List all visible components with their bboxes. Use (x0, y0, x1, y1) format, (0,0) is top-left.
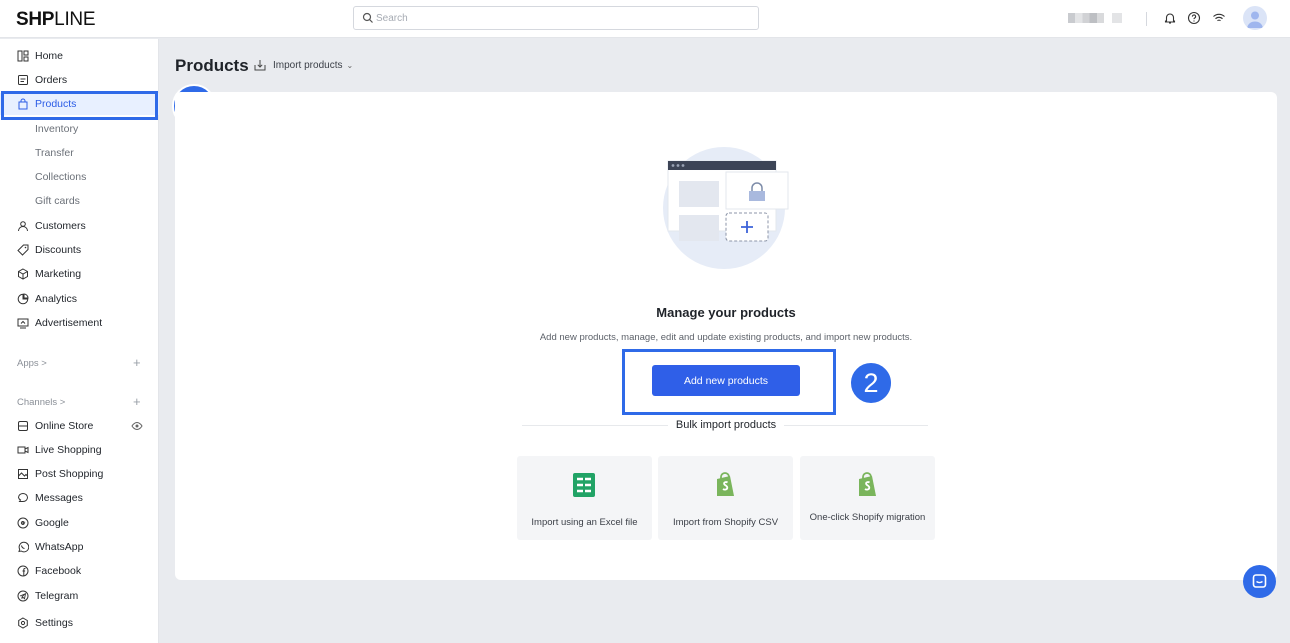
add-channel-button[interactable]: + (133, 395, 141, 408)
sidebar-item-label: Messages (35, 492, 83, 504)
video-icon (17, 446, 29, 454)
sidebar-item-post-shopping[interactable]: Post Shopping (0, 463, 159, 485)
sidebar-item-customers[interactable]: Customers (0, 215, 159, 237)
search-box[interactable] (353, 6, 759, 30)
home-icon (17, 50, 29, 62)
shopline-logo[interactable]: SHPLINE (16, 9, 96, 31)
sidebar-item-label: Discounts (35, 244, 82, 256)
sidebar-item-transfer[interactable]: Transfer (0, 142, 159, 164)
add-products-highlight-box (622, 349, 836, 415)
sidebar-item-label: Marketing (35, 268, 82, 280)
facebook-icon (17, 565, 29, 577)
wifi-icon[interactable] (1212, 11, 1226, 25)
store-icon (18, 421, 28, 431)
option-label: Import from Shopify CSV (672, 517, 779, 528)
pie-icon (17, 293, 29, 305)
sidebar-item-google[interactable]: Google (0, 512, 159, 534)
sidebar-item-label: Gift cards (35, 195, 80, 207)
sidebar-item-settings[interactable]: Settings (0, 612, 159, 634)
import-excel-option[interactable]: Import using an Excel file (517, 456, 652, 540)
shopify-icon (717, 472, 734, 496)
empty-state-title: Manage your products (656, 305, 796, 320)
sidebar-item-discounts[interactable]: Discounts (0, 239, 159, 261)
top-bar: SHPLINE (0, 0, 1290, 38)
whatsapp-icon (18, 541, 29, 553)
sidebar: Home Orders Products Inventory Transfer … (0, 39, 159, 643)
sidebar-item-label: Customers (35, 220, 86, 232)
gear-icon (18, 617, 28, 629)
sidebar-item-label: Settings (35, 617, 73, 629)
search-input[interactable] (376, 10, 746, 26)
bulk-import-title: Bulk import products (175, 419, 1277, 431)
sidebar-item-label: Orders (35, 74, 68, 86)
ad-icon (17, 318, 29, 329)
search-icon (362, 12, 373, 23)
tag-icon (17, 244, 29, 256)
sidebar-item-analytics[interactable]: Analytics (0, 288, 159, 310)
products-illustration (663, 147, 789, 269)
sidebar-item-label: Live Shopping (35, 444, 102, 456)
help-icon[interactable] (1187, 11, 1201, 25)
sidebar-item-whatsapp[interactable]: WhatsApp (0, 536, 159, 558)
sidebar-item-label: Advertisement (35, 317, 103, 329)
avatar[interactable] (1243, 6, 1267, 30)
store-name-redacted (1068, 13, 1104, 23)
sidebar-item-orders[interactable]: Orders (0, 69, 159, 91)
sidebar-item-messages[interactable]: Messages (0, 487, 159, 509)
person-icon (18, 221, 28, 232)
import-icon (254, 60, 266, 71)
google-icon (17, 517, 29, 529)
step-badge-2: 2 (849, 361, 893, 405)
option-label: Import using an Excel file (531, 517, 638, 528)
sidebar-item-label: Telegram (35, 590, 79, 602)
sidebar-item-facebook[interactable]: Facebook (0, 560, 159, 582)
shopify-migration-option[interactable]: One-click Shopify migration (800, 456, 935, 540)
import-products-label: Import products (273, 60, 343, 71)
products-highlight-box (1, 91, 158, 120)
import-shopify-csv-option[interactable]: Import from Shopify CSV (658, 456, 793, 540)
sidebar-item-telegram[interactable]: Telegram (0, 585, 159, 607)
sidebar-item-label: Analytics (35, 293, 78, 305)
sidebar-item-marketing[interactable]: Marketing (0, 263, 159, 285)
sidebar-item-home[interactable]: Home (0, 45, 159, 67)
sidebar-item-label: Transfer (35, 147, 74, 159)
sidebar-item-label: Post Shopping (35, 468, 104, 480)
empty-state-description: Add new products, manage, edit and updat… (539, 332, 913, 343)
post-icon (18, 469, 28, 479)
sidebar-item-label: Inventory (35, 123, 79, 135)
sidebar-item-gift-cards[interactable]: Gift cards (0, 190, 159, 212)
sidebar-item-inventory[interactable]: Inventory (0, 118, 159, 140)
telegram-icon (17, 590, 29, 602)
chevron-down-icon: ⌄ (346, 61, 354, 70)
chat-bubble-icon (1252, 574, 1267, 588)
excel-icon (573, 473, 595, 497)
cube-icon (18, 268, 28, 280)
sidebar-item-label: WhatsApp (35, 541, 84, 553)
shopify-icon (859, 472, 876, 496)
store-switch-redacted (1112, 13, 1122, 23)
option-label: One-click Shopify migration (809, 512, 926, 523)
apps-section-label[interactable]: Apps > (17, 358, 47, 369)
sidebar-item-label: Home (35, 50, 64, 62)
header-divider (1146, 12, 1147, 26)
products-empty-state-card: Manage your products Add new products, m… (175, 92, 1277, 580)
channels-section-label[interactable]: Channels > (17, 397, 65, 408)
sidebar-item-advertisement[interactable]: Advertisement (0, 312, 159, 334)
user-icon (1247, 11, 1263, 28)
bulk-import-label: Bulk import products (667, 419, 785, 431)
page-title: Products (175, 56, 249, 75)
sidebar-item-label: Collections (35, 171, 87, 183)
sidebar-item-label: Online Store (35, 420, 94, 432)
sidebar-item-collections[interactable]: Collections (0, 166, 159, 188)
sidebar-item-label: Google (35, 517, 69, 529)
support-chat-button[interactable] (1243, 565, 1276, 598)
orders-icon (18, 75, 28, 85)
eye-icon[interactable] (131, 420, 143, 432)
bell-icon[interactable] (1163, 11, 1177, 25)
sidebar-item-label: Facebook (35, 565, 82, 577)
chat-icon (17, 493, 28, 502)
sidebar-item-live-shopping[interactable]: Live Shopping (0, 439, 159, 461)
add-app-button[interactable]: + (133, 356, 141, 369)
